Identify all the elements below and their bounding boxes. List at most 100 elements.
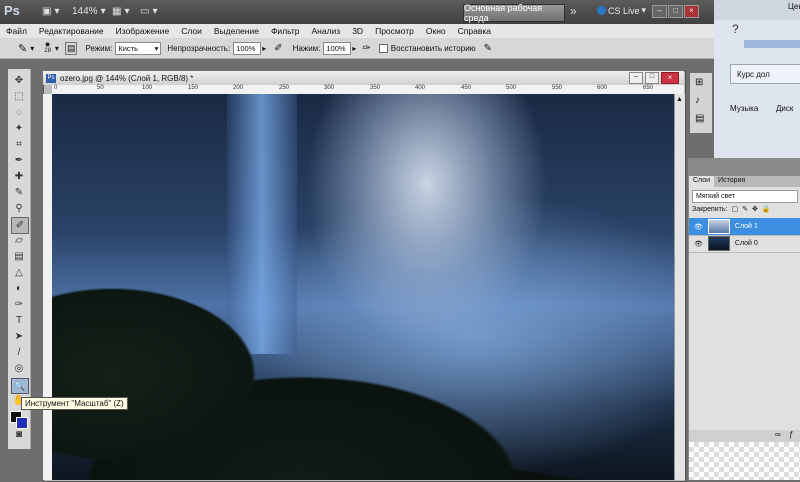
path-select-tool-icon[interactable]: ➤ bbox=[11, 329, 27, 344]
lock-all-icon[interactable]: 🔒 bbox=[762, 205, 771, 213]
chevron-down-icon[interactable]: ▾ bbox=[30, 44, 34, 53]
menu-analysis[interactable]: Анализ bbox=[306, 26, 347, 36]
history-panel-icon[interactable]: ⊞ bbox=[695, 77, 703, 88]
brush-panel-icon[interactable]: ▤ bbox=[64, 41, 78, 55]
history-brush-tool-icon[interactable]: ✐ bbox=[11, 217, 29, 234]
ruler-tick-label: 450 bbox=[461, 85, 472, 91]
crop-tool-icon[interactable]: ⌗ bbox=[11, 137, 27, 152]
doc-close-button[interactable]: × bbox=[661, 72, 679, 84]
eye-icon[interactable]: 👁 bbox=[694, 223, 703, 231]
lasso-tool-icon[interactable]: ◌ bbox=[11, 105, 27, 120]
3d-rotate-tool-icon[interactable]: ◎ bbox=[11, 361, 27, 376]
screen-mode-button[interactable]: ▭ ▾ bbox=[140, 5, 157, 18]
opacity-slider-arrow-icon[interactable]: ▸ bbox=[262, 44, 266, 53]
minimize-icon: – bbox=[657, 6, 662, 15]
layer-row-selected[interactable]: 👁 Слой 1 bbox=[689, 218, 800, 236]
healing-brush-tool-icon[interactable]: ✚ bbox=[11, 169, 27, 184]
move-tool-icon[interactable]: ✥ bbox=[11, 73, 27, 88]
bookmark-music[interactable]: Музыка bbox=[730, 104, 758, 113]
menu-window[interactable]: Окно bbox=[420, 26, 452, 36]
properties-panel-icon[interactable]: ▤ bbox=[695, 113, 704, 124]
image-canvas[interactable] bbox=[52, 94, 674, 480]
eyedropper-tool-icon[interactable]: ✒ bbox=[11, 153, 27, 168]
doc-maximize-button[interactable]: □ bbox=[645, 72, 659, 84]
pressure-slider-arrow-icon[interactable]: ▸ bbox=[352, 44, 356, 53]
workspace-button[interactable]: Основная рабочая среда bbox=[463, 3, 565, 23]
chevron-down-icon: ▾ bbox=[152, 6, 158, 17]
clone-stamp-tool-icon[interactable]: ⚲ bbox=[11, 201, 27, 216]
pen-tool-icon[interactable]: ✑ bbox=[11, 297, 27, 312]
menu-file[interactable]: Файл bbox=[0, 26, 33, 36]
minimize-window-button[interactable]: – bbox=[652, 5, 667, 18]
airbrush-icon[interactable]: ✑ bbox=[362, 43, 370, 54]
chevron-down-icon: ▾ bbox=[641, 5, 647, 15]
zoom-level-dropdown[interactable]: 144% ▾ bbox=[72, 5, 106, 18]
document-title-bar: Ps ozero.jpg @ 144% (Слой 1, RGB/8) * – … bbox=[43, 71, 684, 85]
history-brush-icon[interactable]: ✎ bbox=[18, 42, 27, 55]
tab-history[interactable]: История bbox=[714, 176, 749, 187]
mode-select[interactable]: Кисть ▾ bbox=[115, 41, 162, 55]
tab-layers[interactable]: Слои bbox=[689, 176, 715, 187]
link-layers-icon[interactable]: ∞ bbox=[775, 430, 781, 439]
blur-tool-icon[interactable]: △ bbox=[11, 265, 27, 280]
ruler-tick-label: 250 bbox=[279, 85, 290, 91]
mini-bridge-button[interactable]: ▣ ▾ bbox=[42, 5, 59, 18]
panel-icon-strip: ⊞ ♪ ▤ bbox=[690, 73, 712, 133]
pressure-opacity-icon[interactable]: ✐ bbox=[274, 43, 282, 54]
frame-icon: ▣ bbox=[42, 6, 52, 17]
lock-transparent-icon[interactable]: ▢ bbox=[731, 205, 738, 213]
menu-filter[interactable]: Фильтр bbox=[265, 26, 306, 36]
chevron-down-icon[interactable]: ▾ bbox=[55, 44, 59, 53]
restore-history-checkbox[interactable] bbox=[378, 43, 388, 53]
ruler-tick-label: 400 bbox=[415, 85, 426, 91]
menu-select[interactable]: Выделение bbox=[208, 26, 265, 36]
chevron-down-icon: ▾ bbox=[54, 6, 60, 17]
eraser-tool-icon[interactable]: ▱ bbox=[11, 233, 27, 248]
lock-position-icon[interactable]: ✥ bbox=[752, 205, 758, 213]
opacity-input[interactable]: 100% bbox=[233, 41, 262, 55]
quick-select-tool-icon[interactable]: ✦ bbox=[11, 121, 27, 136]
doc-minimize-button[interactable]: – bbox=[629, 72, 643, 84]
menu-layers[interactable]: Слои bbox=[175, 26, 208, 36]
dodge-tool-icon[interactable]: ◐ bbox=[11, 281, 27, 296]
ruler-tick-label: 550 bbox=[552, 85, 563, 91]
menu-view[interactable]: Просмотр bbox=[369, 26, 420, 36]
help-icon[interactable]: ? bbox=[732, 22, 739, 36]
zoom-tool-tooltip: Инструмент "Масштаб" (Z) bbox=[21, 397, 128, 410]
layers-footer: ∞ ƒ bbox=[689, 430, 800, 442]
menu-image[interactable]: Изображение bbox=[110, 26, 176, 36]
shape-tool-icon[interactable]: / bbox=[11, 345, 27, 360]
blend-mode-select[interactable]: Мягкий свет bbox=[692, 190, 798, 203]
tablet-pressure-icon[interactable]: ✎ bbox=[484, 43, 492, 54]
cs-live-button[interactable]: CS Live ▾ bbox=[597, 5, 646, 16]
quick-mask-icon[interactable]: ◙ bbox=[11, 427, 27, 442]
more-workspaces-icon[interactable]: » bbox=[570, 4, 577, 18]
browser-tab[interactable]: Курс дол bbox=[730, 64, 800, 84]
maximize-window-button[interactable]: □ bbox=[668, 5, 683, 18]
marquee-tool-icon[interactable]: ⬚ bbox=[11, 89, 27, 104]
zoom-tool-icon[interactable]: 🔍 bbox=[11, 378, 29, 394]
brush-preset-picker[interactable]: ● 28 bbox=[44, 40, 51, 55]
vertical-scrollbar[interactable]: ▲ bbox=[674, 94, 685, 480]
actions-panel-icon[interactable]: ♪ bbox=[695, 95, 700, 106]
layer-row[interactable]: 👁 Слой 0 bbox=[689, 235, 800, 253]
type-tool-icon[interactable]: T bbox=[11, 313, 27, 328]
eye-icon[interactable]: 👁 bbox=[694, 240, 703, 248]
lock-row: Закрепить: ▢ ✎ ✥ 🔒 bbox=[692, 205, 771, 214]
bookmark-disk[interactable]: Диск bbox=[776, 104, 793, 113]
menu-3d[interactable]: 3D bbox=[346, 26, 369, 36]
menu-help[interactable]: Справка bbox=[452, 26, 497, 36]
document-title: ozero.jpg @ 144% (Слой 1, RGB/8) * bbox=[60, 73, 194, 83]
layer-style-icon[interactable]: ƒ bbox=[789, 430, 793, 439]
ruler-tick-label: 200 bbox=[233, 85, 244, 91]
ruler-tick-label: 500 bbox=[506, 85, 517, 91]
gradient-tool-icon[interactable]: ▤ bbox=[11, 249, 27, 264]
close-window-button[interactable]: × bbox=[684, 5, 699, 18]
menu-edit[interactable]: Редактирование bbox=[33, 26, 110, 36]
lock-pixels-icon[interactable]: ✎ bbox=[742, 205, 748, 213]
pressure-input[interactable]: 100% bbox=[323, 41, 352, 55]
brush-tool-icon[interactable]: ✎ bbox=[11, 185, 27, 200]
scroll-up-icon[interactable]: ▲ bbox=[676, 96, 683, 103]
arrange-documents-button[interactable]: ▦ ▾ bbox=[112, 5, 129, 18]
lock-label: Закрепить: bbox=[692, 205, 728, 213]
